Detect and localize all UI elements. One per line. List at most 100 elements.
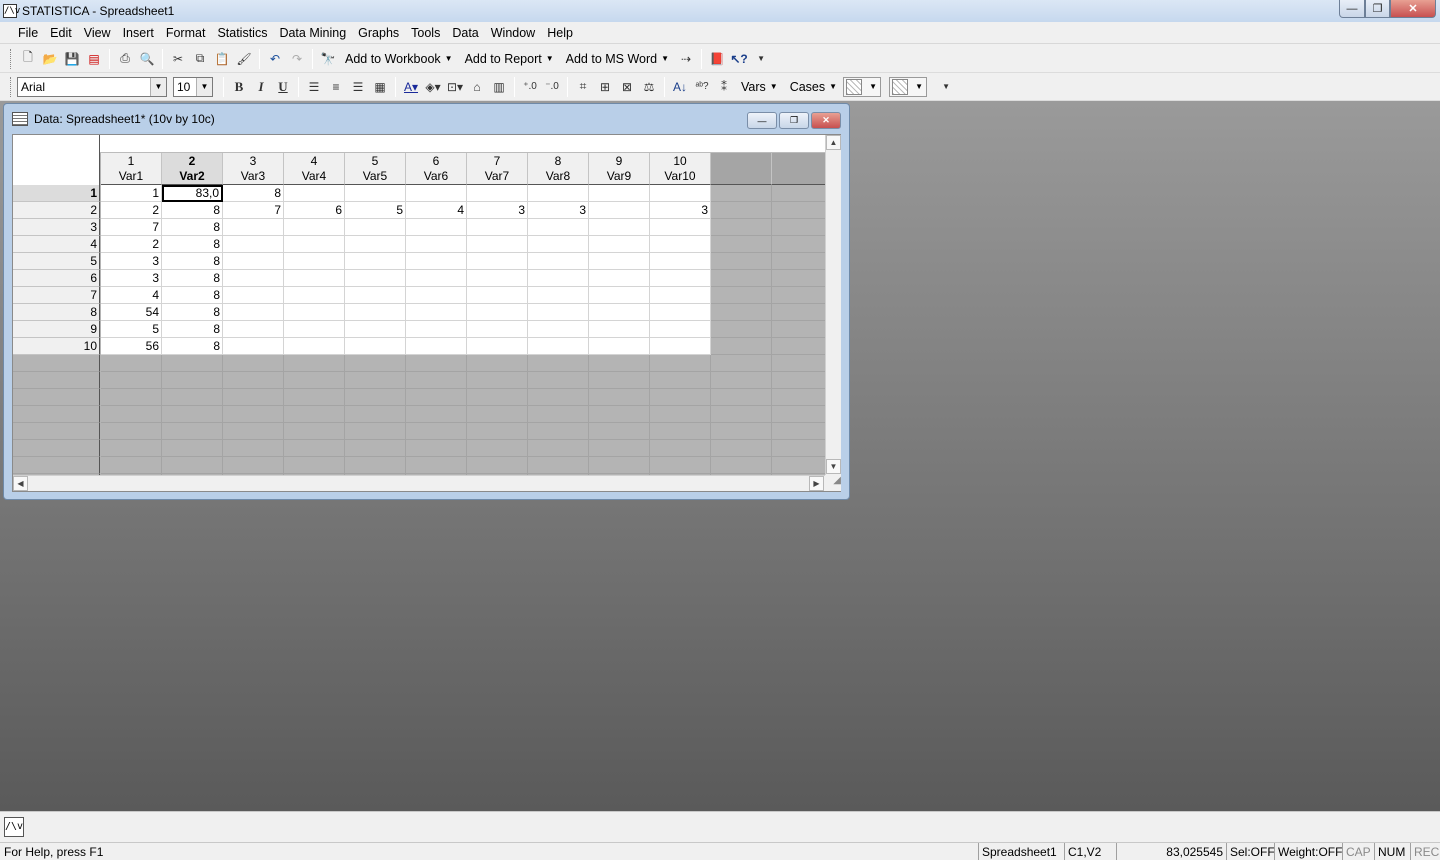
align-left-icon[interactable]: ☰ — [303, 76, 325, 98]
data-cell[interactable]: 3 — [528, 202, 589, 219]
row-header[interactable]: 5 — [13, 253, 100, 270]
data-cell[interactable]: 8 — [162, 270, 223, 287]
data-cell[interactable] — [345, 287, 406, 304]
scroll-right-icon[interactable]: ▶ — [809, 476, 824, 491]
row-header[interactable]: 3 — [13, 219, 100, 236]
status-selection[interactable]: Sel:OFF — [1226, 843, 1275, 860]
fill-color-icon[interactable]: ◈▾ — [422, 76, 444, 98]
cases-button[interactable]: Cases ▼ — [784, 80, 843, 94]
grid-corner[interactable] — [13, 135, 100, 185]
data-cell[interactable] — [467, 304, 528, 321]
data-cell[interactable] — [284, 270, 345, 287]
output-options-icon[interactable]: ⇢ — [675, 48, 697, 70]
data-cell[interactable] — [406, 236, 467, 253]
variable-specs-icon[interactable]: ⌗ — [572, 76, 594, 98]
print-icon[interactable]: ⎙ — [114, 48, 136, 70]
data-cell[interactable] — [528, 304, 589, 321]
minimized-app-icon[interactable]: /\v — [4, 817, 24, 837]
data-cell[interactable] — [223, 321, 284, 338]
data-cell[interactable]: 8 — [162, 253, 223, 270]
column-header[interactable]: 2 Var2 — [162, 153, 223, 185]
data-cell[interactable] — [223, 270, 284, 287]
data-cell[interactable] — [406, 219, 467, 236]
data-cell[interactable] — [528, 321, 589, 338]
data-cell[interactable] — [345, 185, 406, 202]
toolbar-grip[interactable] — [10, 76, 13, 97]
scroll-up-icon[interactable]: ▲ — [826, 135, 841, 150]
select-cases-icon[interactable]: ⊠ — [616, 76, 638, 98]
data-cell[interactable] — [650, 219, 711, 236]
data-cell[interactable]: 56 — [101, 338, 162, 355]
toolbar-options-icon[interactable]: ▼ — [750, 48, 772, 70]
data-cell[interactable] — [650, 304, 711, 321]
row-header[interactable]: 6 — [13, 270, 100, 287]
find-binoculars-icon[interactable]: 🔭 — [317, 48, 339, 70]
menu-edit[interactable]: Edit — [44, 26, 78, 40]
data-cell[interactable]: 7 — [223, 202, 284, 219]
format-painter-icon[interactable]: 🖌 — [233, 48, 255, 70]
copy-icon[interactable]: ⧉ — [189, 48, 211, 70]
data-cell[interactable] — [467, 287, 528, 304]
row-header[interactable]: 4 — [13, 236, 100, 253]
spreadsheet-icon[interactable] — [12, 112, 28, 126]
data-cell[interactable] — [467, 321, 528, 338]
row-header[interactable]: 2 — [13, 202, 100, 219]
data-cell[interactable] — [284, 338, 345, 355]
column-header[interactable]: 6 Var6 — [406, 153, 467, 185]
data-cell[interactable] — [223, 304, 284, 321]
data-cell[interactable]: 5 — [101, 321, 162, 338]
data-cell[interactable]: 8 — [162, 321, 223, 338]
data-cell[interactable] — [223, 338, 284, 355]
help-book-icon[interactable]: 📕 — [706, 48, 728, 70]
data-cell[interactable] — [406, 270, 467, 287]
data-cell[interactable] — [467, 219, 528, 236]
data-cell[interactable]: 4 — [101, 287, 162, 304]
data-cell[interactable] — [284, 321, 345, 338]
data-cell[interactable] — [406, 321, 467, 338]
add-to-workbook-button[interactable]: Add to Workbook ▼ — [339, 52, 459, 66]
redo-icon[interactable]: ↷ — [286, 48, 308, 70]
data-cell[interactable] — [589, 338, 650, 355]
add-to-report-button[interactable]: Add to Report ▼ — [459, 52, 560, 66]
line-pattern-picker[interactable]: ▼ — [889, 76, 928, 97]
font-name-select[interactable]: Arial ▼ — [17, 76, 167, 97]
fill-pattern-picker[interactable]: ▼ — [843, 76, 882, 97]
data-cell[interactable]: 54 — [101, 304, 162, 321]
data-cell[interactable] — [589, 236, 650, 253]
data-cell[interactable]: 8 — [223, 185, 284, 202]
data-cell[interactable] — [528, 219, 589, 236]
chevron-down-icon[interactable]: ▼ — [915, 82, 926, 91]
data-cell[interactable] — [345, 270, 406, 287]
toolbar-options-icon[interactable]: ▼ — [935, 76, 957, 98]
vertical-scrollbar[interactable]: ▲ ▼ — [825, 135, 841, 475]
data-cell[interactable] — [528, 270, 589, 287]
chevron-down-icon[interactable]: ▼ — [869, 82, 880, 91]
data-cell[interactable]: 3 — [101, 253, 162, 270]
data-cell[interactable] — [589, 321, 650, 338]
vars-button[interactable]: Vars ▼ — [735, 80, 784, 94]
column-header[interactable]: 7 Var7 — [467, 153, 528, 185]
case-names-icon[interactable]: ⊞ — [594, 76, 616, 98]
italic-icon[interactable]: I — [250, 76, 272, 98]
print-preview-icon[interactable]: 🔍 — [136, 48, 158, 70]
menu-tools[interactable]: Tools — [405, 26, 446, 40]
menu-file[interactable]: File — [12, 26, 44, 40]
data-cell[interactable]: 5 — [345, 202, 406, 219]
data-cell[interactable] — [284, 287, 345, 304]
data-cell[interactable] — [650, 338, 711, 355]
borders-icon[interactable]: ⊡▾ — [444, 76, 466, 98]
data-cell[interactable]: 4 — [406, 202, 467, 219]
font-size-select[interactable]: 10 ▼ — [173, 76, 213, 97]
chevron-down-icon[interactable]: ▼ — [196, 77, 212, 96]
data-cell[interactable] — [589, 219, 650, 236]
menu-data-mining[interactable]: Data Mining — [273, 26, 352, 40]
marker-icon[interactable]: ⌂ — [466, 76, 488, 98]
menu-window[interactable]: Window — [485, 26, 541, 40]
column-header[interactable]: 10 Var10 — [650, 153, 711, 185]
paste-icon[interactable]: 📋 — [211, 48, 233, 70]
column-header[interactable]: 4 Var4 — [284, 153, 345, 185]
data-cell[interactable]: 1 — [101, 185, 162, 202]
sort-icon[interactable]: A↓ — [669, 76, 691, 98]
data-cell[interactable] — [528, 338, 589, 355]
row-header[interactable]: 8 — [13, 304, 100, 321]
